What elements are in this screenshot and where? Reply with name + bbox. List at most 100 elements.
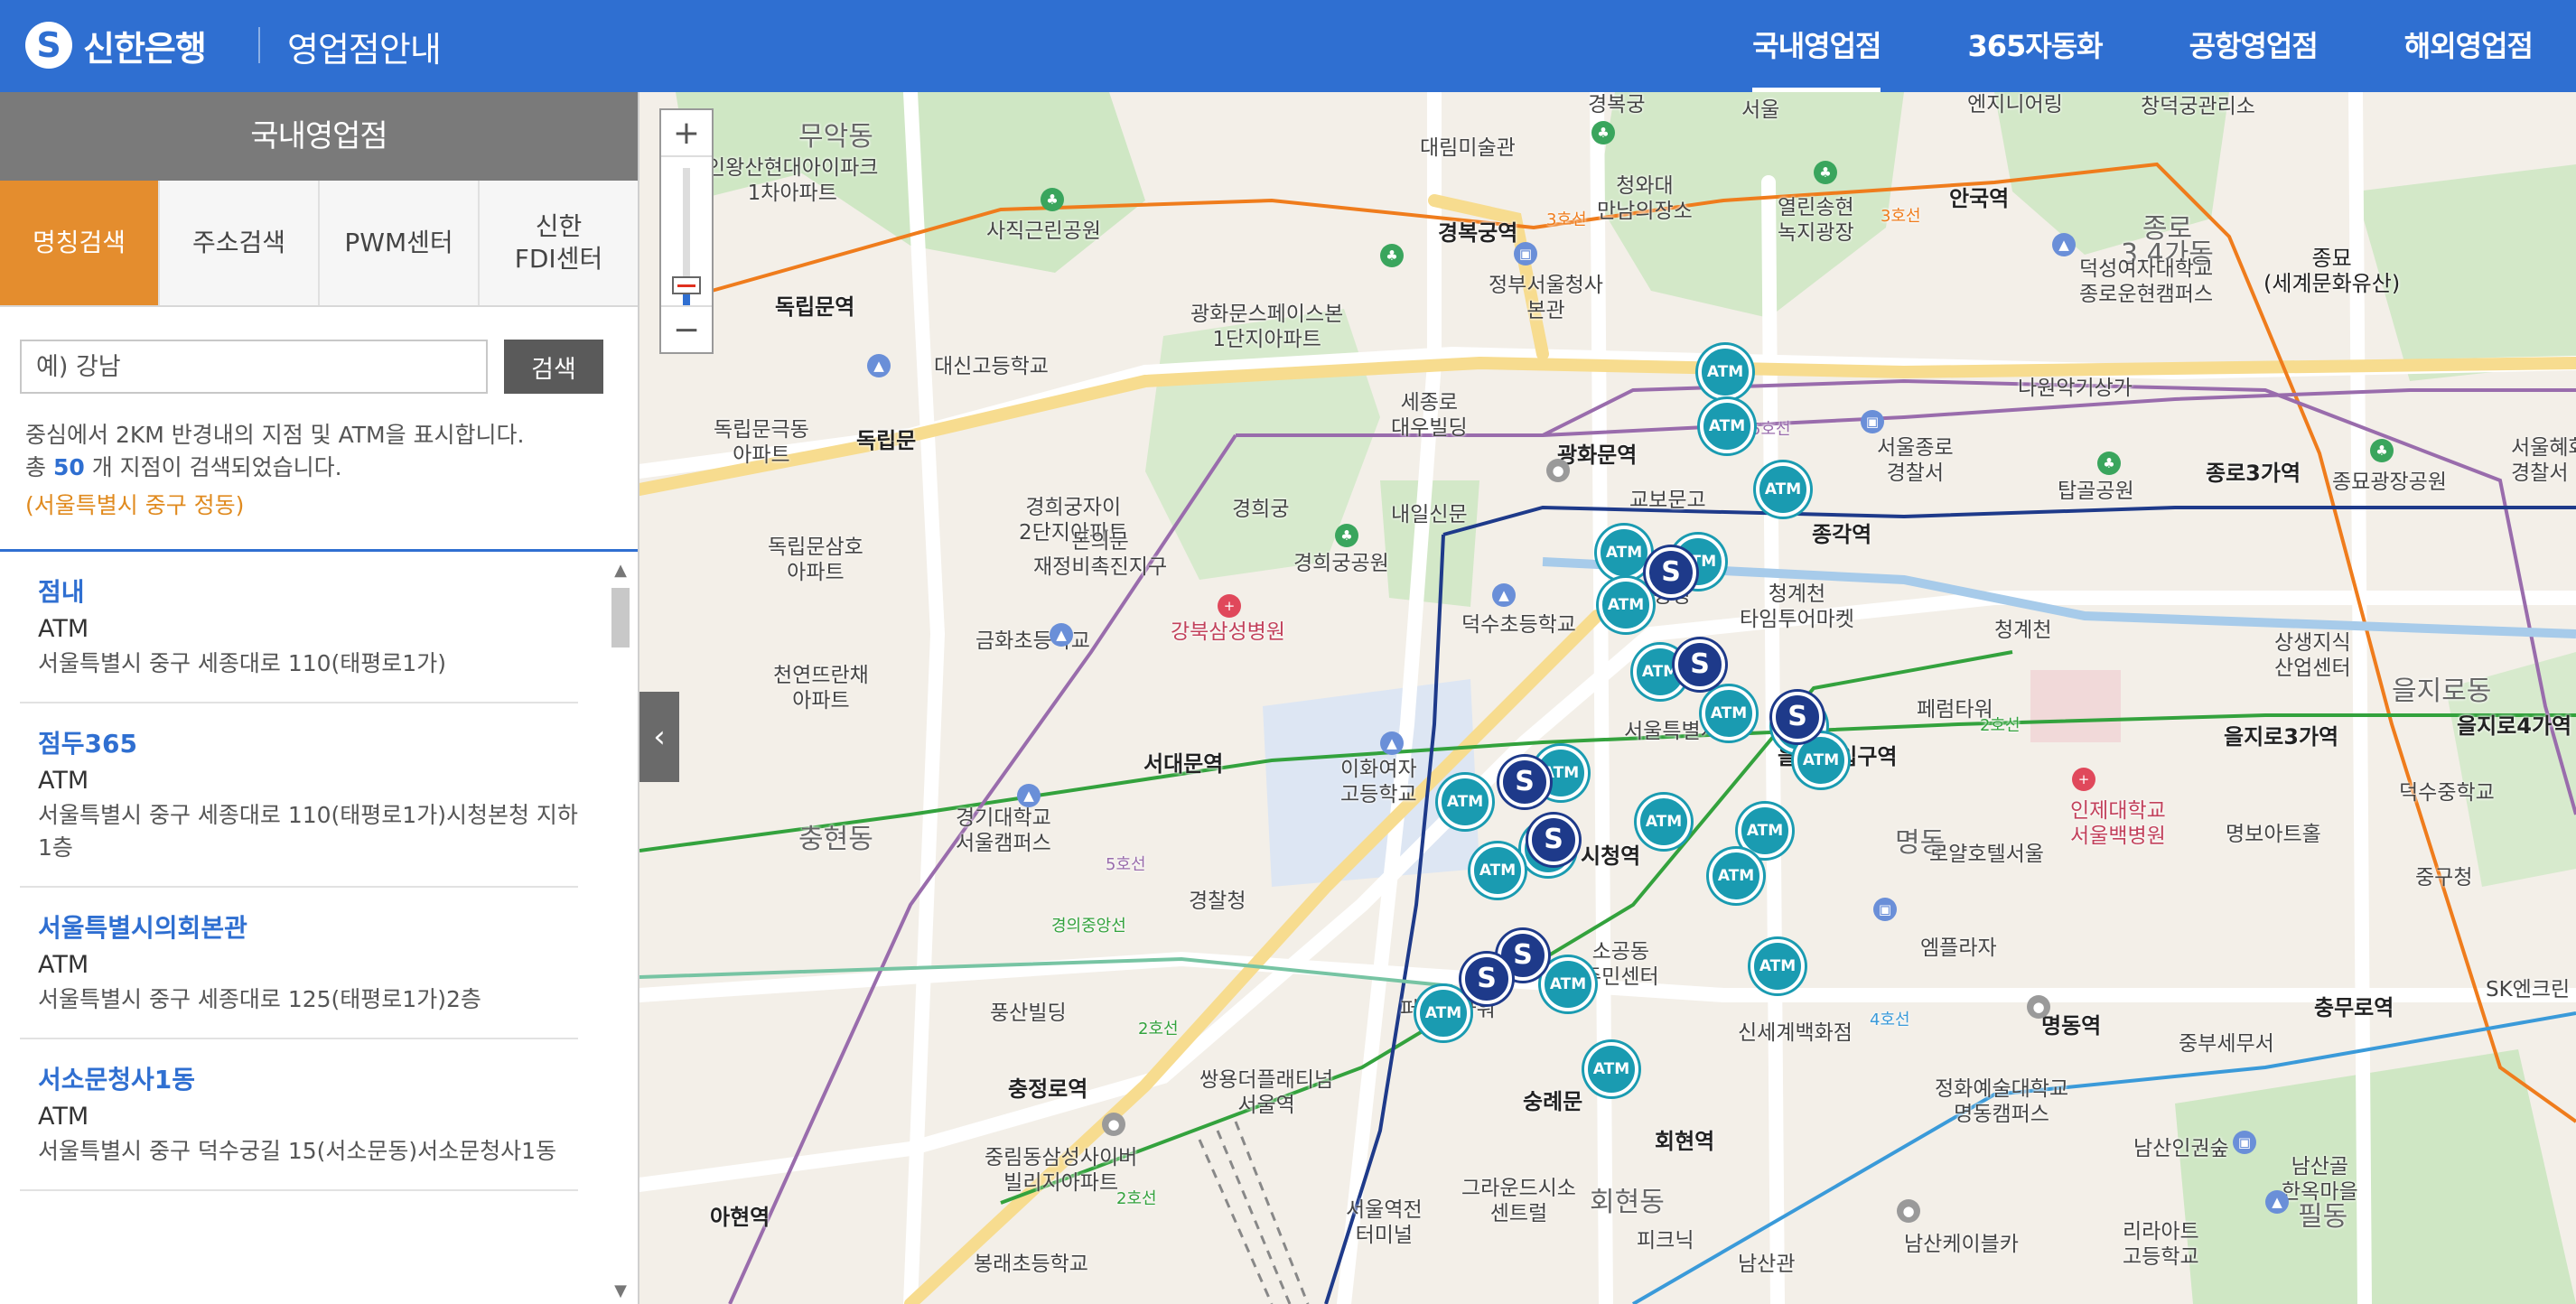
branch-marker[interactable]: S [1675,639,1725,690]
zoom-in-button[interactable]: + [661,110,712,157]
station-label[interactable]: 명동역 [2041,1013,2101,1039]
item-name[interactable]: 서소문청사1동 [38,1063,578,1097]
atm-marker[interactable]: ATM [1541,957,1595,1011]
station-label[interactable]: 경복궁역 [1438,220,1517,246]
atm-marker[interactable]: ATM [1599,578,1653,632]
zoom-out-button[interactable]: − [661,305,712,352]
shinhan-logo[interactable]: S 신한은행 [25,16,207,74]
search-input[interactable] [20,340,488,394]
map-label: 대신고등학교 [934,355,1049,378]
station-label[interactable]: 을지로3가역 [2224,724,2338,750]
nav-overseas-branch[interactable]: 해외영업점 [2361,0,2576,92]
tab-name-search[interactable]: 명칭검색 [0,181,160,305]
atm-marker[interactable]: ATM [1738,804,1792,858]
station-label[interactable]: 충정로역 [1008,1076,1087,1102]
map-label: 경찰청 [1189,890,1246,913]
atm-marker[interactable]: ATM [1637,795,1691,849]
atm-marker[interactable]: ATM [1700,399,1754,453]
atm-marker[interactable]: ATM [1470,843,1525,898]
search-row: 검색 [20,340,603,394]
atm-marker[interactable]: ATM [1698,345,1752,399]
atm-marker[interactable]: ATM [1756,462,1810,517]
station-label[interactable]: 충무로역 [2314,995,2394,1020]
tab-pwm-center[interactable]: PWM센터 [320,181,480,305]
branch-marker[interactable]: S [1772,692,1823,742]
map-label: 서울 [1741,98,1780,122]
cable-car-icon: ● [1897,1199,1920,1223]
map-label: 남산인권숲 [2133,1137,2229,1160]
atm-marker[interactable]: ATM [1438,775,1492,829]
branch-marker[interactable]: S [1499,757,1550,807]
building-icon: ▣ [1514,242,1537,265]
atm-marker[interactable]: ATM [1584,1042,1638,1096]
station-label[interactable]: 광화문역 [1557,442,1637,468]
scrollbar-thumb[interactable] [611,588,630,647]
search-button[interactable]: 검색 [504,340,603,394]
station-label[interactable]: 종각역 [1812,522,1871,547]
map-label: 엠플라자 [1920,936,1997,960]
station-label[interactable]: 시청역 [1581,843,1640,869]
atm-marker[interactable]: ATM [1702,686,1756,740]
result-scrollbar[interactable]: ▲ ▼ [609,561,632,1301]
item-address: 서울특별시 중구 덕수궁길 15(서소문동)서소문청사1동 [38,1138,557,1164]
school-icon: ▲ [1492,583,1516,607]
branch-marker[interactable]: S [1646,547,1696,598]
scroll-up-icon[interactable]: ▲ [609,561,632,581]
zoom-track[interactable] [683,168,690,294]
list-item[interactable]: 점두365 ATM 서울특별시 중구 세종대로 110(태평로1가)시청본청 지… [20,703,578,888]
park-icon: ♣ [1814,161,1837,184]
station-label[interactable]: 숭례문 [1523,1089,1582,1114]
landmark-icon: ▣ [2233,1131,2256,1154]
line-label: 4호선 [1870,1011,1910,1029]
nav-365-automation[interactable]: 365자동화 [1924,0,2145,92]
map-label: 서울혜화 경찰서 [2511,436,2576,485]
nav-airport-branch[interactable]: 공항영업점 [2146,0,2361,92]
map-label: 종묘 (세계문화유산) [2263,246,2401,296]
list-item[interactable]: 점내 ATM 서울특별시 중구 세종대로 110(태평로1가) [20,552,578,703]
station-label[interactable]: 을지로4가역 [2457,713,2571,739]
item-name[interactable]: 점내 [38,575,578,610]
station-label[interactable]: 회현역 [1655,1129,1714,1154]
atm-marker[interactable]: ATM [1416,986,1470,1040]
tax-office-icon: ● [2027,995,2050,1019]
item-type: ATM [38,615,89,643]
map-label: 피크닉 [1637,1229,1694,1253]
station-label[interactable]: 독립문역 [775,294,854,320]
list-item[interactable]: 서소문청사1동 ATM 서울특별시 중구 덕수궁길 15(서소문동)서소문청사1… [20,1039,578,1191]
tab-address-search[interactable]: 주소검색 [160,181,320,305]
atm-marker[interactable]: ATM [1597,526,1651,580]
map-label: 종묘광장공원 [2332,470,2447,494]
park-icon: ♣ [1041,188,1064,211]
item-name[interactable]: 점두365 [38,727,578,761]
zoom-slider-handle[interactable] [672,276,701,294]
station-label[interactable]: 안국역 [1949,186,2009,211]
map-label: 정화예술대학교 명동캠퍼스 [1935,1077,2069,1126]
station-label[interactable]: 서대문역 [1143,751,1223,777]
map-label: 봉래초등학교 [974,1253,1088,1276]
station-label[interactable]: 종로3가역 [2206,461,2301,486]
list-item[interactable]: 서울특별시의회본관 ATM 서울특별시 중구 세종대로 125(태평로1가)2층 [20,888,578,1039]
result-list-container: 점내 ATM 서울특별시 중구 세종대로 110(태평로1가) 점두365 AT… [0,549,638,1304]
result-list: 점내 ATM 서울특별시 중구 세종대로 110(태평로1가) 점두365 AT… [20,552,578,1191]
map-view[interactable]: 3호선 3호선 5호선 2호선 4호선 2호선 경의중앙선 2호선 5호선 경복… [639,92,2576,1304]
branch-marker[interactable]: S [1461,954,1512,1004]
atm-marker[interactable]: ATM [1709,849,1763,903]
atm-marker[interactable]: ATM [1750,939,1805,993]
line-label: 경의중앙선 [1051,917,1126,936]
top-header: S 신한은행 영업점안내 국내영업점 365자동화 공항영업점 해외영업점 [0,0,2576,92]
logo-text: 신한은행 [83,28,207,69]
item-name[interactable]: 서울특별시의회본관 [38,911,578,945]
map-label: 강북삼성병원 [1171,620,1285,644]
item-type: ATM [38,1103,89,1131]
map-label: 서울역전 터미널 [1346,1198,1423,1247]
result-count-prefix: 총 [25,454,47,480]
branch-marker[interactable]: S [1528,815,1579,865]
station-label[interactable]: 아현역 [710,1205,770,1230]
map-label: 대림미술관 [1420,136,1516,160]
nav-domestic-branch[interactable]: 국내영업점 [1709,0,1924,92]
station-label[interactable]: 독립문 [856,428,916,453]
tab-fdi-center[interactable]: 신한 FDI센터 [480,181,638,305]
collapse-sidebar-button[interactable]: ‹ [639,692,679,782]
scroll-down-icon[interactable]: ▼ [609,1281,632,1301]
map-label: 인왕산현대아이파크 1차아파트 [706,156,879,205]
